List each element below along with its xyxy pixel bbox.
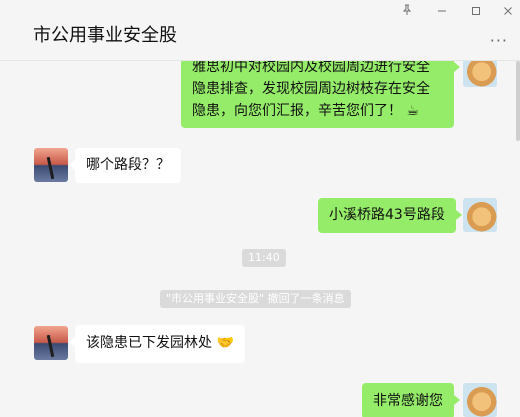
maximize-icon[interactable] [465, 3, 487, 21]
message-bubble-other[interactable]: 哪个路段？？ [69, 148, 181, 183]
recall-notice: "市公用事业安全股" 撤回了一条消息 [160, 290, 351, 308]
close-icon[interactable] [497, 3, 519, 21]
coffee-emoji-icon: ☕ [406, 103, 420, 119]
message-bubble-self[interactable]: 非常感谢您 [362, 383, 460, 417]
message-bubble-self[interactable]: 雅思初中对校园内及校园周边进行安全隐患排查，发现校园周边树枝存在安全隐患，向您们… [181, 61, 460, 128]
message-text: 哪个路段？？ [86, 157, 170, 173]
avatar-self[interactable] [463, 61, 497, 87]
message-bubble-self[interactable]: 小溪桥路43号路段 [318, 198, 462, 233]
handshake-emoji-icon: 🤝 [216, 335, 234, 351]
timestamp: 11:40 [242, 249, 286, 267]
message-bubble-other[interactable]: 该隐患已下发园林处 🤝 [69, 325, 245, 363]
message-text: 该隐患已下发园林处 [86, 335, 212, 351]
title-bar: 市公用事业安全股 ··· [0, 0, 520, 61]
message-text: 小溪桥路43号路段 [329, 207, 445, 223]
message-text: 非常感谢您 [373, 393, 443, 409]
scrollbar[interactable] [516, 61, 520, 141]
avatar-other[interactable] [34, 326, 68, 360]
avatar-self[interactable] [463, 198, 497, 232]
chat-title: 市公用事业安全股 [33, 25, 177, 46]
avatar-other[interactable] [34, 148, 68, 182]
message-text: 雅思初中对校园内及校园周边进行安全隐患排查，发现校园周边树枝存在安全隐患，向您们… [192, 61, 430, 119]
avatar-self[interactable] [463, 383, 497, 417]
chat-area[interactable]: 雅思初中对校园内及校园周边进行安全隐患排查，发现校园周边树枝存在安全隐患，向您们… [0, 61, 520, 417]
more-options-icon[interactable]: ··· [490, 33, 508, 49]
minimize-icon[interactable] [431, 3, 453, 21]
pin-icon[interactable] [396, 3, 418, 21]
